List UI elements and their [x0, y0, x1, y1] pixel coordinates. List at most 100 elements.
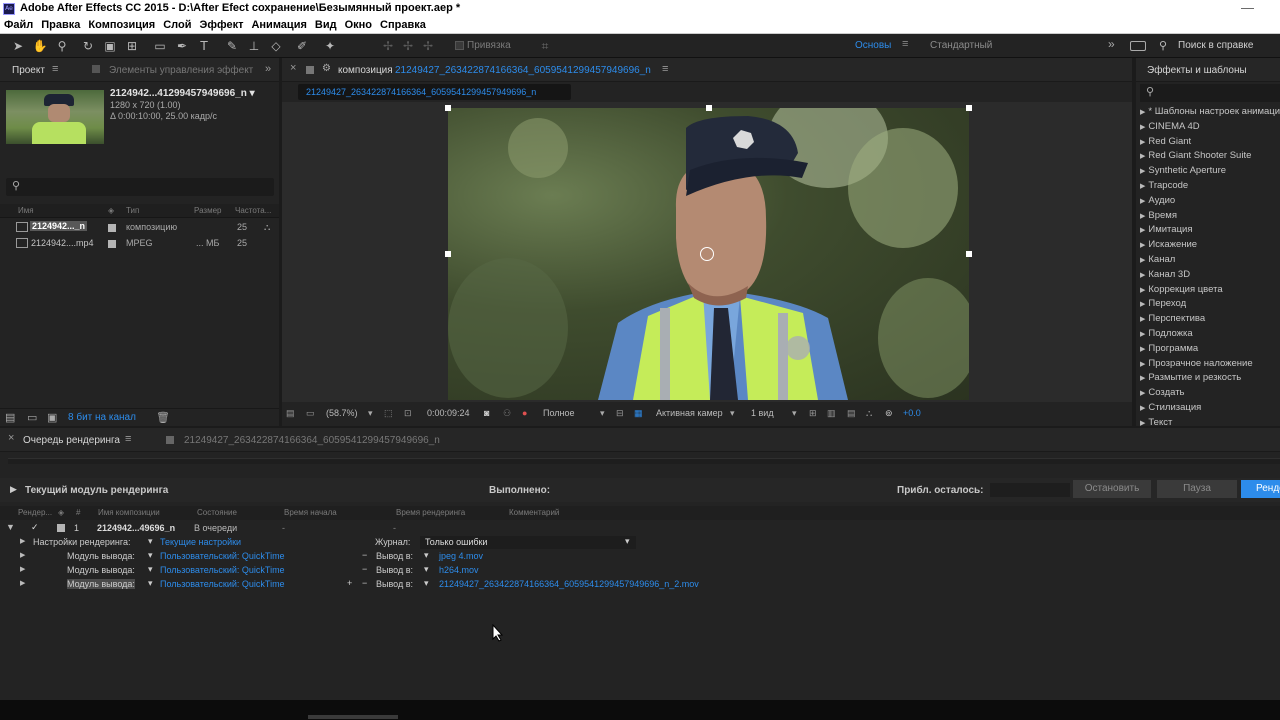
column-comp-name[interactable]: Имя композиции — [98, 508, 160, 517]
camera-tool-icon[interactable]: ▣ — [102, 38, 118, 54]
panel-more-icon[interactable]: » — [265, 63, 271, 75]
current-timecode[interactable]: 0:00:09:24 — [427, 408, 470, 418]
tab-effects-presets[interactable]: Эффекты и шаблоны — [1147, 65, 1247, 76]
view-layout-select[interactable]: 1 вид — [751, 408, 774, 418]
column-type[interactable]: Тип — [126, 206, 139, 215]
effects-category-item[interactable]: ▶ Переход — [1140, 298, 1186, 309]
menu-composition[interactable]: Композиция — [88, 19, 155, 31]
roto-brush-tool-icon[interactable]: ✐ — [294, 38, 310, 54]
close-icon[interactable]: × — [8, 432, 14, 444]
menu-help[interactable]: Справка — [380, 19, 426, 31]
anchor-point-icon[interactable] — [700, 247, 714, 261]
exposure-value[interactable]: +0.0 — [903, 408, 921, 418]
resolution-select[interactable]: Полное — [543, 408, 575, 418]
expand-arrow-icon[interactable]: ▶ — [1140, 257, 1145, 264]
output-module-value[interactable]: Пользовательский: QuickTime — [160, 551, 285, 561]
workspace-more-icon[interactable]: » — [1108, 37, 1115, 51]
effects-category-item[interactable]: ▶ Время — [1140, 210, 1177, 221]
effects-category-item[interactable]: ▶ Подложка — [1140, 328, 1193, 339]
transform-handle[interactable] — [706, 105, 712, 111]
comp-breadcrumb[interactable]: 21249427_263422874166364_605954129945794… — [298, 84, 571, 100]
search-help-field[interactable]: Поиск в справке — [1178, 40, 1253, 51]
snap-checkbox[interactable] — [455, 41, 464, 50]
minimize-icon[interactable]: — — [1241, 0, 1254, 15]
composition-tab-name[interactable]: 21249427_263422874166364_605954129945794… — [395, 65, 651, 76]
expand-arrow-icon[interactable]: ▶ — [1140, 390, 1145, 397]
render-queue-item[interactable]: ▼ ✓ 1 2124942...49696_n В очереди - - — [0, 522, 1280, 536]
expand-output-module-icon[interactable]: ▶ — [20, 579, 25, 587]
effects-category-item[interactable]: ▶ Аудио — [1140, 195, 1175, 206]
expand-output-module-icon[interactable]: ▶ — [20, 565, 25, 573]
add-output-icon[interactable]: + — [347, 578, 352, 588]
pen-tool-icon[interactable]: ✒ — [174, 38, 190, 54]
render-queue-menu-icon[interactable]: ≡ — [125, 433, 131, 445]
output-to-dropdown-icon[interactable]: ▾ — [424, 564, 429, 575]
pause-button[interactable]: Пауза — [1157, 480, 1237, 498]
menu-file[interactable]: Файл — [4, 19, 33, 31]
hand-tool-icon[interactable]: ✋ — [32, 38, 48, 54]
expand-arrow-icon[interactable]: ▶ — [1140, 213, 1145, 220]
effects-category-item[interactable]: ▶ Перспектива — [1140, 313, 1205, 324]
axis-world-icon[interactable]: ✢ — [400, 38, 416, 54]
effects-category-item[interactable]: ▶ Создать — [1140, 387, 1185, 398]
tab-project[interactable]: Проект — [12, 65, 45, 76]
expand-render-settings-icon[interactable]: ▶ — [20, 537, 25, 545]
output-module-dropdown-icon[interactable]: ▾ — [148, 578, 153, 589]
expand-arrow-icon[interactable]: ▶ — [1140, 109, 1145, 116]
always-preview-icon[interactable]: ▤ — [286, 408, 295, 419]
active-camera-select[interactable]: Активная камер — [656, 408, 723, 418]
expand-arrow-icon[interactable]: ▶ — [1140, 405, 1145, 412]
bit-depth-button[interactable]: 8 бит на канал — [68, 412, 136, 423]
pan-behind-tool-icon[interactable]: ⊞ — [124, 38, 140, 54]
menu-layer[interactable]: Слой — [163, 19, 191, 31]
expand-arrow-icon[interactable]: ▶ — [1140, 361, 1145, 368]
column-render-time[interactable]: Время рендеринга — [396, 508, 465, 517]
expand-arrow-icon[interactable]: ▶ — [1140, 331, 1145, 338]
expand-arrow-icon[interactable]: ▶ — [1140, 301, 1145, 308]
effects-category-item[interactable]: ▶ Текст — [1140, 417, 1172, 428]
workspace-standard[interactable]: Стандартный — [930, 40, 992, 51]
toggle-pixel-aspect-icon[interactable]: ⊞ — [809, 408, 817, 419]
transform-handle[interactable] — [445, 105, 451, 111]
effects-category-item[interactable]: ▶ Коррекция цвета — [1140, 284, 1223, 295]
effects-search-input[interactable]: ⚲ — [1140, 84, 1280, 102]
flowchart-icon[interactable]: ⛬ — [264, 222, 270, 233]
effects-category-item[interactable]: ▶ Red Giant Shooter Suite — [1140, 150, 1251, 161]
collapse-item-icon[interactable]: ▼ — [6, 522, 15, 532]
output-module-value[interactable]: Пользовательский: QuickTime — [160, 579, 285, 589]
stop-button[interactable]: Остановить — [1073, 480, 1151, 498]
views-dropdown-icon[interactable]: ▾ — [792, 408, 797, 419]
output-file[interactable]: jpeg 4.mov — [439, 551, 483, 561]
workspace-basic[interactable]: Основы — [855, 40, 891, 51]
column-status[interactable]: Состояние — [197, 508, 237, 517]
zoom-tool-icon[interactable]: ⚲ — [54, 38, 70, 54]
flowchart-icon[interactable]: ⛬ — [866, 408, 872, 419]
label-color-swatch[interactable] — [108, 240, 116, 248]
tab-comp-timeline[interactable]: 21249427_263422874166364_605954129945794… — [184, 435, 440, 446]
effects-category-item[interactable]: ▶ Канал 3D — [1140, 269, 1190, 280]
expand-arrow-icon[interactable]: ▶ — [1140, 287, 1145, 294]
output-to-dropdown-icon[interactable]: ▾ — [424, 578, 429, 589]
output-module-value[interactable]: Пользовательский: QuickTime — [160, 565, 285, 575]
label-color-swatch[interactable] — [108, 224, 116, 232]
transform-handle[interactable] — [966, 105, 972, 111]
tab-render-queue[interactable]: Очередь рендеринга — [23, 435, 120, 446]
output-module-dropdown-icon[interactable]: ▾ — [148, 550, 153, 561]
menu-edit[interactable]: Правка — [41, 19, 80, 31]
transform-handle[interactable] — [445, 251, 451, 257]
label-color-swatch[interactable] — [57, 524, 65, 532]
horizontal-scrollbar[interactable] — [308, 715, 398, 719]
effects-category-item[interactable]: ▶ Synthetic Aperture — [1140, 165, 1226, 176]
column-fps[interactable]: Частота... — [235, 206, 271, 215]
transparency-grid-icon[interactable]: ⊡ — [404, 408, 412, 419]
puppet-pin-tool-icon[interactable]: ✦ — [322, 38, 338, 54]
interpret-footage-icon[interactable]: ▤ — [5, 411, 15, 424]
render-settings-value[interactable]: Текущие настройки — [160, 537, 241, 547]
menu-window[interactable]: Окно — [345, 19, 372, 31]
channel-icon[interactable]: ● — [522, 408, 527, 418]
effects-category-item[interactable]: ▶ Стилизация — [1140, 402, 1201, 413]
column-render[interactable]: Рендер... — [18, 508, 52, 517]
project-menu-icon[interactable]: ≡ — [52, 63, 58, 75]
zoom-level[interactable]: (58.7%) — [326, 408, 358, 418]
type-tool-icon[interactable]: T — [196, 38, 212, 54]
